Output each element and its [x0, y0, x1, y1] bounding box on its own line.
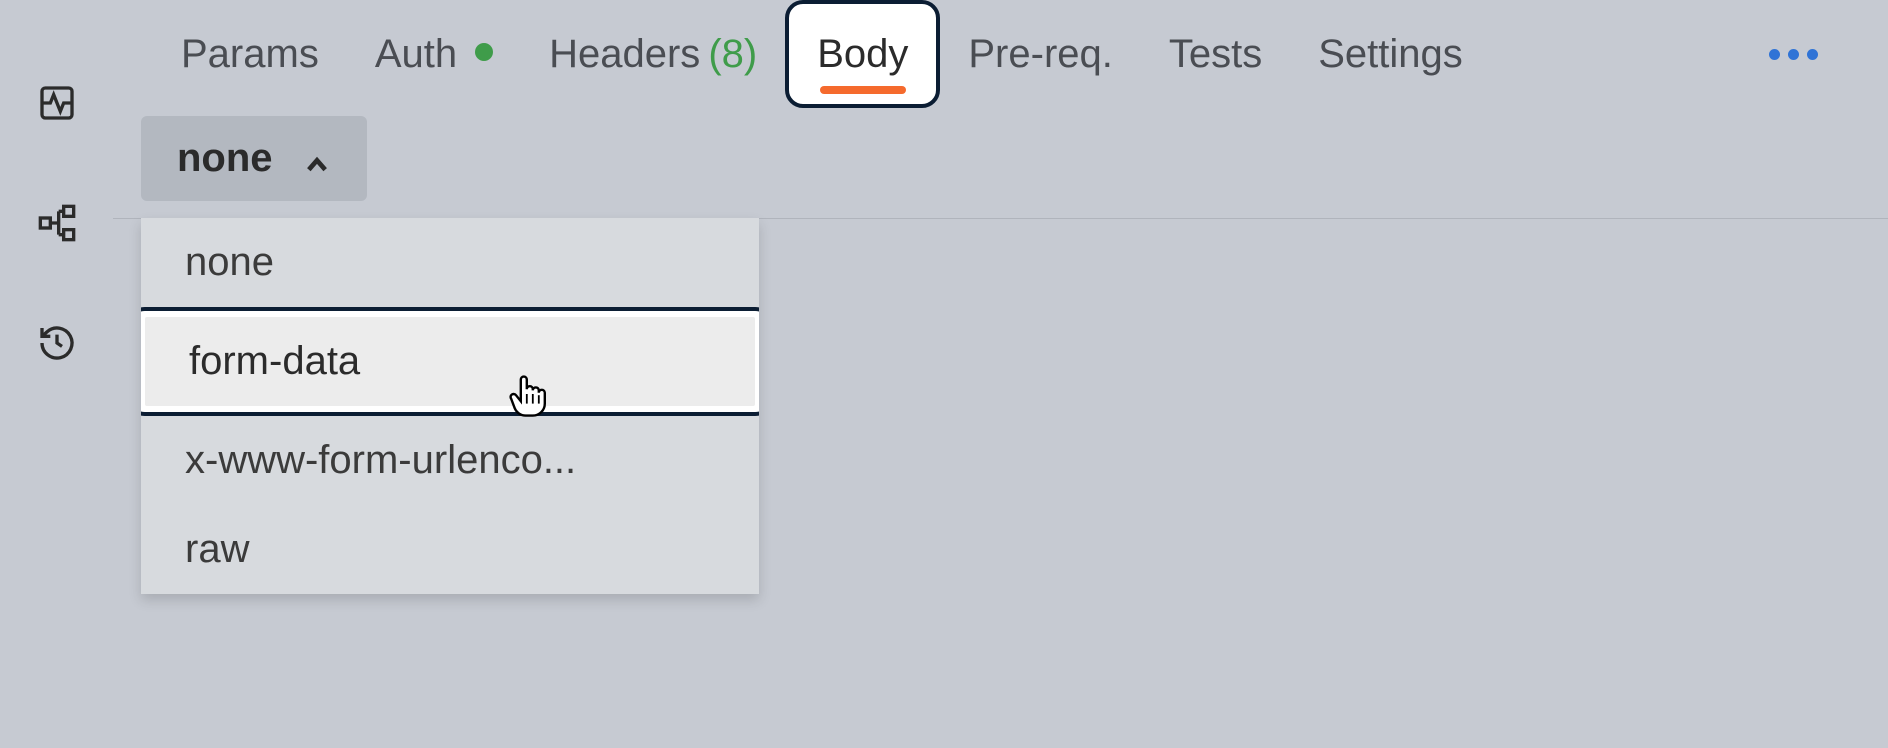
body-type-dropdown: none form-data x-www-form-urlenco... raw	[141, 218, 759, 594]
dropdown-item-label: form-data	[189, 339, 360, 383]
main-area: Params Auth Headers (8) Body Pre-req. Te…	[113, 0, 1888, 748]
dropdown-item-raw[interactable]: raw	[141, 505, 759, 594]
dots-icon	[1769, 49, 1780, 60]
dropdown-item-x-www-form-urlencoded[interactable]: x-www-form-urlenco...	[141, 416, 759, 505]
more-options-button[interactable]	[1759, 39, 1828, 70]
body-type-row: none	[113, 108, 1888, 208]
tabs-row: Params Auth Headers (8) Body Pre-req. Te…	[113, 0, 1888, 108]
highlight-border: form-data	[141, 307, 759, 416]
tab-label: Pre-req.	[968, 32, 1113, 77]
sidebar	[0, 0, 113, 748]
status-dot-icon	[475, 43, 493, 61]
headers-count-badge: (8)	[708, 32, 757, 77]
tab-params[interactable]: Params	[153, 0, 347, 108]
activity-icon[interactable]	[32, 78, 82, 128]
tab-label: Settings	[1318, 32, 1463, 77]
dots-icon	[1807, 49, 1818, 60]
dropdown-item-label: raw	[185, 527, 249, 571]
flow-icon[interactable]	[32, 198, 82, 248]
history-icon[interactable]	[32, 318, 82, 368]
tab-label: Params	[181, 32, 319, 77]
tab-auth[interactable]: Auth	[347, 0, 521, 108]
tab-headers[interactable]: Headers (8)	[521, 0, 785, 108]
body-type-selected-label: none	[177, 136, 273, 181]
tab-body[interactable]: Body	[785, 0, 940, 108]
tab-label: Headers	[549, 32, 700, 77]
dropdown-item-label: x-www-form-urlenco...	[185, 438, 576, 482]
dots-icon	[1788, 49, 1799, 60]
chevron-up-icon	[303, 144, 331, 172]
dropdown-item-label: none	[185, 240, 274, 284]
tab-label: Auth	[375, 32, 457, 77]
tab-tests[interactable]: Tests	[1141, 0, 1290, 108]
dropdown-item-none[interactable]: none	[141, 218, 759, 307]
dropdown-item-form-data[interactable]: form-data	[141, 307, 759, 416]
tab-pre-req[interactable]: Pre-req.	[940, 0, 1141, 108]
tab-settings[interactable]: Settings	[1290, 0, 1491, 108]
tab-label: Tests	[1169, 32, 1262, 77]
tab-label: Body	[817, 32, 908, 77]
body-type-selector[interactable]: none	[141, 116, 367, 201]
